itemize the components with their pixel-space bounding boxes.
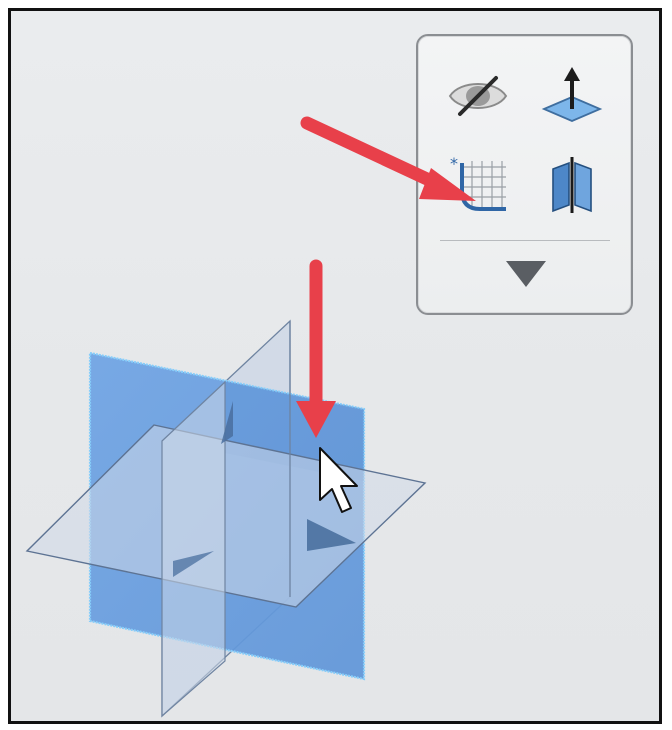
screenshot-frame: * <box>8 8 662 724</box>
more-dropdown-button[interactable] <box>498 254 554 294</box>
section-view-button[interactable] <box>536 152 608 218</box>
context-toolbar: * <box>416 34 633 315</box>
svg-text:*: * <box>450 154 458 173</box>
normal-to-button[interactable] <box>536 62 608 128</box>
toolbar-divider <box>440 240 610 241</box>
hide-show-icon <box>448 76 508 116</box>
section-view-icon <box>552 157 592 213</box>
chevron-down-icon <box>506 261 546 287</box>
normal-to-icon <box>541 67 603 122</box>
hide-show-button[interactable] <box>442 62 514 128</box>
sketch-button[interactable]: * <box>442 152 514 218</box>
top-plane[interactable] <box>25 424 427 608</box>
sketch-icon: * <box>450 154 506 211</box>
